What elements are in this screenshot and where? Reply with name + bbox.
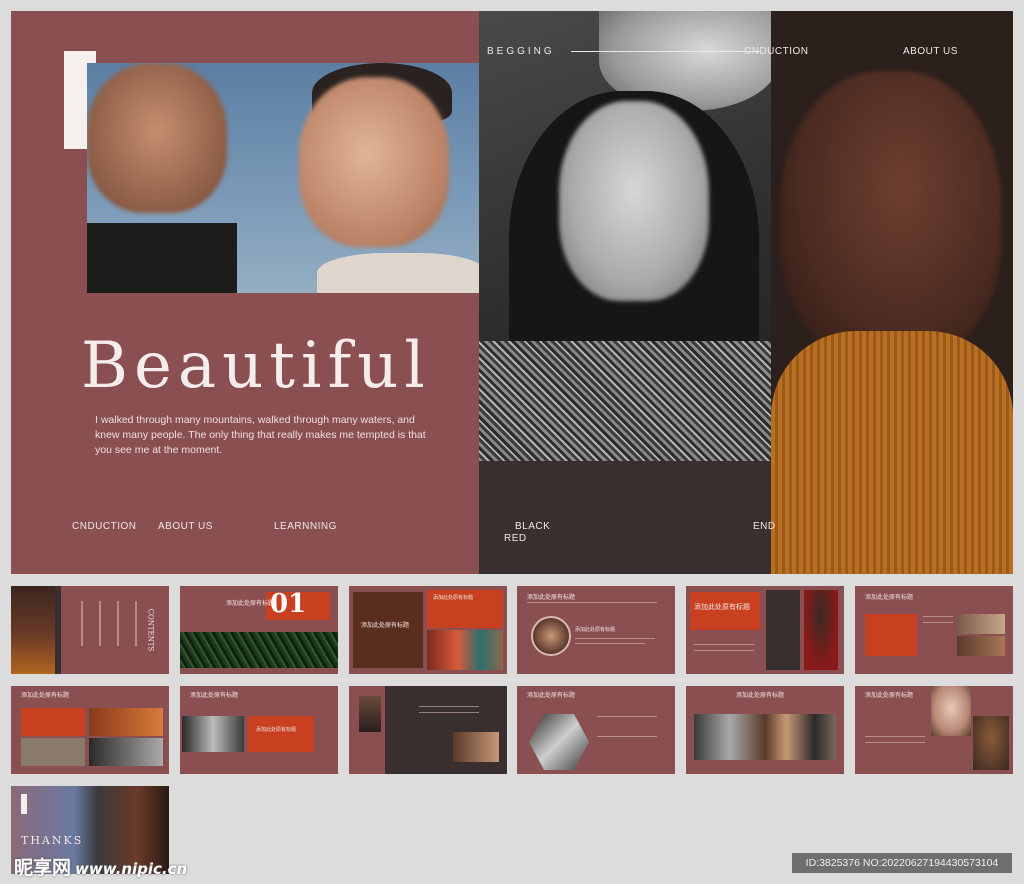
- thumb-small: 添加此处原有标题: [256, 727, 297, 733]
- nav-cnduction-top[interactable]: CNDUCTION: [744, 46, 809, 57]
- intro-paragraph: I walked through many mountains, walked …: [95, 413, 426, 458]
- paragraph-line: I walked through many mountains, walked …: [95, 414, 415, 426]
- slide-thumb-5[interactable]: 添加此处原有标题: [686, 586, 844, 674]
- nav-begging[interactable]: BEGGING: [487, 46, 555, 57]
- thumb-title: 添加此处原有标题: [361, 623, 410, 629]
- nav-divider-line: [571, 51, 761, 52]
- slide-thumb-6[interactable]: 添加此处原有标题: [855, 586, 1013, 674]
- photo-two-men: [87, 63, 479, 293]
- thumb-title: 添加此处原有标题: [865, 693, 914, 699]
- thumb-title: 添加此处原有标题: [190, 693, 239, 699]
- slide-thumb-4[interactable]: 添加此处原有标题 添加此处原有标题: [517, 586, 675, 674]
- slide-thumb-8[interactable]: 添加此处原有标题 添加此处原有标题: [180, 686, 338, 774]
- photo-woman-bw: [479, 11, 785, 461]
- slide-thumb-10[interactable]: 添加此处原有标题: [517, 686, 675, 774]
- thumb-small: 添加此处原有标题: [433, 595, 474, 601]
- thumb-title: 添加此处原有标题: [527, 693, 576, 699]
- slide-thumb-3[interactable]: 添加此处原有标题 添加此处原有标题: [349, 586, 507, 674]
- watermark-id: ID:3825376 NO:20220627194430573104: [792, 853, 1012, 873]
- thumb-number: 01: [270, 589, 307, 619]
- paragraph-line: knew many people. The only thing that re…: [95, 429, 426, 441]
- nav-about-us-bottom[interactable]: ABOUT US: [158, 521, 213, 532]
- label-black: BLACK: [515, 521, 551, 532]
- watermark-site: www.nipic.cn: [75, 860, 188, 878]
- photo-man-orange: [771, 11, 1013, 574]
- slide-thumb-contents[interactable]: CONTENTS: [11, 586, 169, 674]
- watermark-brand-text: 昵享网: [14, 857, 72, 879]
- thumb-title: 添加此处原有标题: [21, 693, 70, 699]
- thumb-title: 添加此处原有标题: [865, 595, 914, 601]
- thumb-title: 添加此处原有标题: [736, 693, 785, 699]
- headline: Beautiful: [81, 329, 431, 403]
- slide-thumb-01[interactable]: 01 添加此处原有标题: [180, 586, 338, 674]
- watermark-brand: 昵享网 www.nipic.cn: [14, 853, 187, 880]
- nav-about-us-top[interactable]: ABOUT US: [903, 46, 958, 57]
- slide-thumb-7[interactable]: 添加此处原有标题: [11, 686, 169, 774]
- thumb-title: 添加此处原有标题: [226, 601, 275, 607]
- nav-learnning-bottom[interactable]: LEARNNING: [274, 521, 337, 532]
- nav-cnduction-bottom[interactable]: CNDUCTION: [72, 521, 137, 532]
- thumb-title: 添加此处原有标题: [694, 604, 750, 611]
- slide-thumb-12[interactable]: 添加此处原有标题: [855, 686, 1013, 774]
- label-red: RED: [504, 533, 527, 544]
- thumb-small: 添加此处原有标题: [575, 627, 616, 633]
- dark-block: [479, 461, 771, 574]
- thumb-vertical-title: CONTENTS: [146, 608, 155, 652]
- main-slide: Beautiful I walked through many mountain…: [11, 11, 1013, 574]
- thumb-thanks-title: THANKS: [21, 834, 84, 847]
- thumb-title: 添加此处原有标题: [527, 595, 576, 601]
- paragraph-line: you see me at the moment.: [95, 444, 223, 456]
- slide-thumb-9[interactable]: [349, 686, 507, 774]
- slide-thumb-11[interactable]: 添加此处原有标题: [686, 686, 844, 774]
- label-end[interactable]: END: [753, 521, 776, 532]
